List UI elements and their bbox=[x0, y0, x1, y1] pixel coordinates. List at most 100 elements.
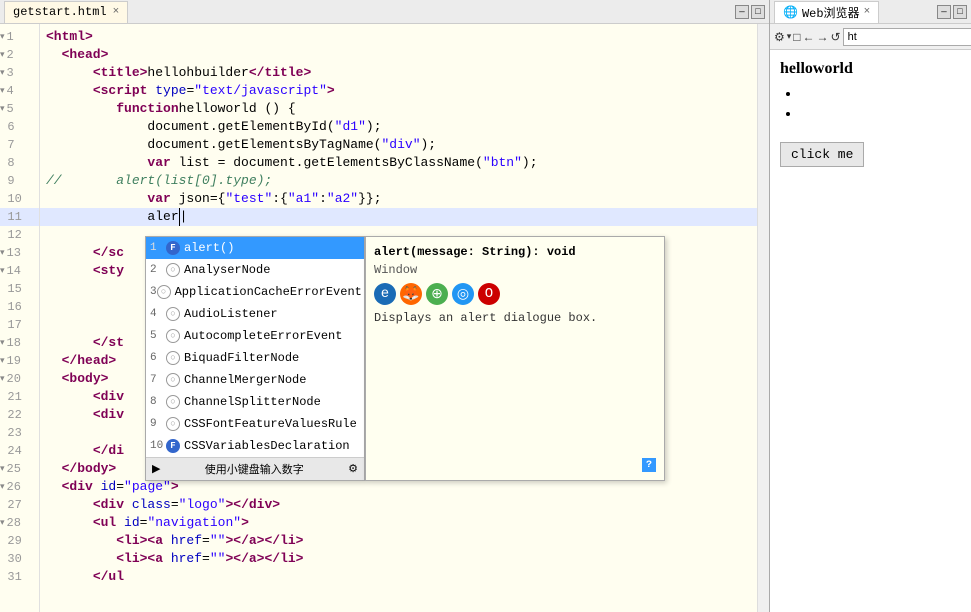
autocomplete-item-num: 2 bbox=[150, 264, 166, 276]
autocomplete-item-channelsplitter[interactable]: 8 ○ ChannelSplitterNode bbox=[146, 391, 364, 413]
autocomplete-item-label: BiquadFilterNode bbox=[184, 351, 360, 365]
browser-dropdown-button[interactable]: ▾ bbox=[787, 27, 792, 47]
line-number: 29 bbox=[0, 532, 39, 550]
editor-scrollbar[interactable] bbox=[757, 24, 769, 612]
line-number: ▾19 bbox=[0, 352, 39, 370]
line-number: ▾14 bbox=[0, 262, 39, 280]
click-me-button[interactable]: click me bbox=[780, 142, 864, 167]
browser-heading: helloworld bbox=[780, 60, 961, 78]
browser-forward-button[interactable]: → bbox=[817, 27, 829, 47]
autocomplete-item-icon: ○ bbox=[166, 395, 180, 409]
autocomplete-item-audiolistener[interactable]: 4 ○ AudioListener bbox=[146, 303, 364, 325]
autocomplete-item-icon: ○ bbox=[166, 417, 180, 431]
code-line-6: document.getElementById("d1"); bbox=[40, 118, 757, 136]
browser-tab[interactable]: 🌐 Web浏览器 × bbox=[774, 1, 879, 23]
autocomplete-item-num: 1 bbox=[150, 242, 166, 254]
autocomplete-item-num: 8 bbox=[150, 396, 166, 408]
line-number: ▾26 bbox=[0, 478, 39, 496]
autocomplete-footer-text: 使用小键盘输入数字 bbox=[205, 461, 304, 477]
autocomplete-item-label: CSSFontFeatureValuesRule bbox=[184, 417, 360, 431]
line-number: 23 bbox=[0, 424, 39, 442]
autocomplete-item-label: alert() bbox=[184, 241, 360, 255]
line-number: 16 bbox=[0, 298, 39, 316]
line-number: 9 bbox=[0, 172, 39, 190]
autocomplete-item-channelmerger[interactable]: 7 ○ ChannelMergerNode bbox=[146, 369, 364, 391]
editor-panel: getstart.html × — □ ▾1 ▾2 ▾3 ▾4 ▾5 6 7 8… bbox=[0, 0, 770, 612]
line-numbers: ▾1 ▾2 ▾3 ▾4 ▾5 6 7 8 9 10 11 12 ▾13 ▾14 … bbox=[0, 24, 40, 612]
editor-maximize-button[interactable]: □ bbox=[751, 5, 765, 19]
autocomplete-item-label: AudioListener bbox=[184, 307, 360, 321]
line-number: 30 bbox=[0, 550, 39, 568]
autocomplete-item-num: 9 bbox=[150, 418, 166, 430]
code-line-11[interactable]: aler| bbox=[40, 208, 757, 226]
browser-tab-close[interactable]: × bbox=[864, 6, 871, 18]
code-line-29: <li><a href=""></a></li> bbox=[40, 532, 757, 550]
browser-panel: 🌐 Web浏览器 × — □ ⚙ ▾ □ ← → ↺ helloworld cl… bbox=[770, 0, 971, 612]
autocomplete-item-autocompleteerror[interactable]: 5 ○ AutocompleteErrorEvent bbox=[146, 325, 364, 347]
editor-minimize-button[interactable]: — bbox=[735, 5, 749, 19]
autocomplete-item-cssvariables[interactable]: 10 F CSSVariablesDeclaration bbox=[146, 435, 364, 457]
autocomplete-item-icon: ○ bbox=[166, 263, 180, 277]
line-number: 10 bbox=[0, 190, 39, 208]
firefox-icon: 🦊 bbox=[400, 283, 422, 305]
gear-icon[interactable]: ⚙ bbox=[348, 462, 358, 476]
autocomplete-footer: ▶ 使用小键盘输入数字 ⚙ bbox=[146, 457, 364, 480]
browser-list-item bbox=[800, 86, 961, 106]
line-number: ▾3 bbox=[0, 64, 39, 82]
info-description: Displays an alert dialogue box. bbox=[374, 311, 656, 325]
line-number: 17 bbox=[0, 316, 39, 334]
browser-maximize-button[interactable]: □ bbox=[953, 5, 967, 19]
help-icon[interactable]: ? bbox=[642, 458, 656, 472]
code-line-1: <html> bbox=[40, 28, 757, 46]
browser-icons: e 🦊 ⊕ ◎ O bbox=[374, 283, 656, 305]
autocomplete-item-icon: ○ bbox=[166, 329, 180, 343]
autocomplete-item-num: 6 bbox=[150, 352, 166, 364]
browser-new-tab-button[interactable]: □ bbox=[793, 27, 800, 47]
line-number: 21 bbox=[0, 388, 39, 406]
line-number: ▾28 bbox=[0, 514, 39, 532]
info-signature: alert(message: String): void bbox=[374, 245, 656, 259]
autocomplete-item-biquadfilter[interactable]: 6 ○ BiquadFilterNode bbox=[146, 347, 364, 369]
line-number: ▾20 bbox=[0, 370, 39, 388]
editor-tab-label: getstart.html bbox=[13, 5, 107, 19]
browser-refresh-button[interactable]: ↺ bbox=[831, 27, 841, 47]
browser-list bbox=[780, 86, 961, 126]
code-line-3: <title>hellohbuilder</title> bbox=[40, 64, 757, 82]
autocomplete-item-icon: F bbox=[166, 241, 180, 255]
autocomplete-item-analysernode[interactable]: 2 ○ AnalyserNode bbox=[146, 259, 364, 281]
autocomplete-item-num: 3 bbox=[150, 286, 157, 298]
autocomplete-item-num: 4 bbox=[150, 308, 166, 320]
autocomplete-item-icon: F bbox=[166, 439, 180, 453]
opera-icon: O bbox=[478, 283, 500, 305]
autocomplete-item-num: 5 bbox=[150, 330, 166, 342]
code-line-28: <ul id="navigation"> bbox=[40, 514, 757, 532]
autocomplete-item-alert[interactable]: 1 F alert() bbox=[146, 237, 364, 259]
browser-address-bar[interactable] bbox=[843, 28, 971, 46]
line-number: 15 bbox=[0, 280, 39, 298]
browser-settings-button[interactable]: ⚙ bbox=[774, 27, 785, 47]
code-line-27: <div class="logo"></div> bbox=[40, 496, 757, 514]
line-number: 27 bbox=[0, 496, 39, 514]
info-context: Window bbox=[374, 263, 656, 277]
code-line-10: var json={"test":{"a1":"a2"}}; bbox=[40, 190, 757, 208]
line-number: ▾1 bbox=[0, 28, 39, 46]
line-number: 31 bbox=[0, 568, 39, 586]
line-number: 8 bbox=[0, 154, 39, 172]
browser-win-controls: — □ bbox=[937, 5, 967, 19]
autocomplete-item-label: ChannelSplitterNode bbox=[184, 395, 360, 409]
editor-tab-close[interactable]: × bbox=[113, 6, 120, 18]
editor-tab-bar: getstart.html × — □ bbox=[0, 0, 769, 24]
autocomplete-item-label: AutocompleteErrorEvent bbox=[184, 329, 360, 343]
code-line-8: var list = document.getElementsByClassNa… bbox=[40, 154, 757, 172]
line-number: 12 bbox=[0, 226, 39, 244]
autocomplete-list: 1 F alert() 2 ○ AnalyserNode 3 ○ Applica… bbox=[145, 236, 365, 481]
autocomplete-item-label: CSSVariablesDeclaration bbox=[184, 439, 360, 453]
editor-tab[interactable]: getstart.html × bbox=[4, 1, 128, 23]
browser-back-button[interactable]: ← bbox=[803, 27, 815, 47]
autocomplete-item-cssfontfeature[interactable]: 9 ○ CSSFontFeatureValuesRule bbox=[146, 413, 364, 435]
line-number: ▾4 bbox=[0, 82, 39, 100]
code-line-4: <script type="text/javascript"> bbox=[40, 82, 757, 100]
autocomplete-item-applicationcache[interactable]: 3 ○ ApplicationCacheErrorEvent bbox=[146, 281, 364, 303]
safari-icon: ◎ bbox=[452, 283, 474, 305]
browser-minimize-button[interactable]: — bbox=[937, 5, 951, 19]
